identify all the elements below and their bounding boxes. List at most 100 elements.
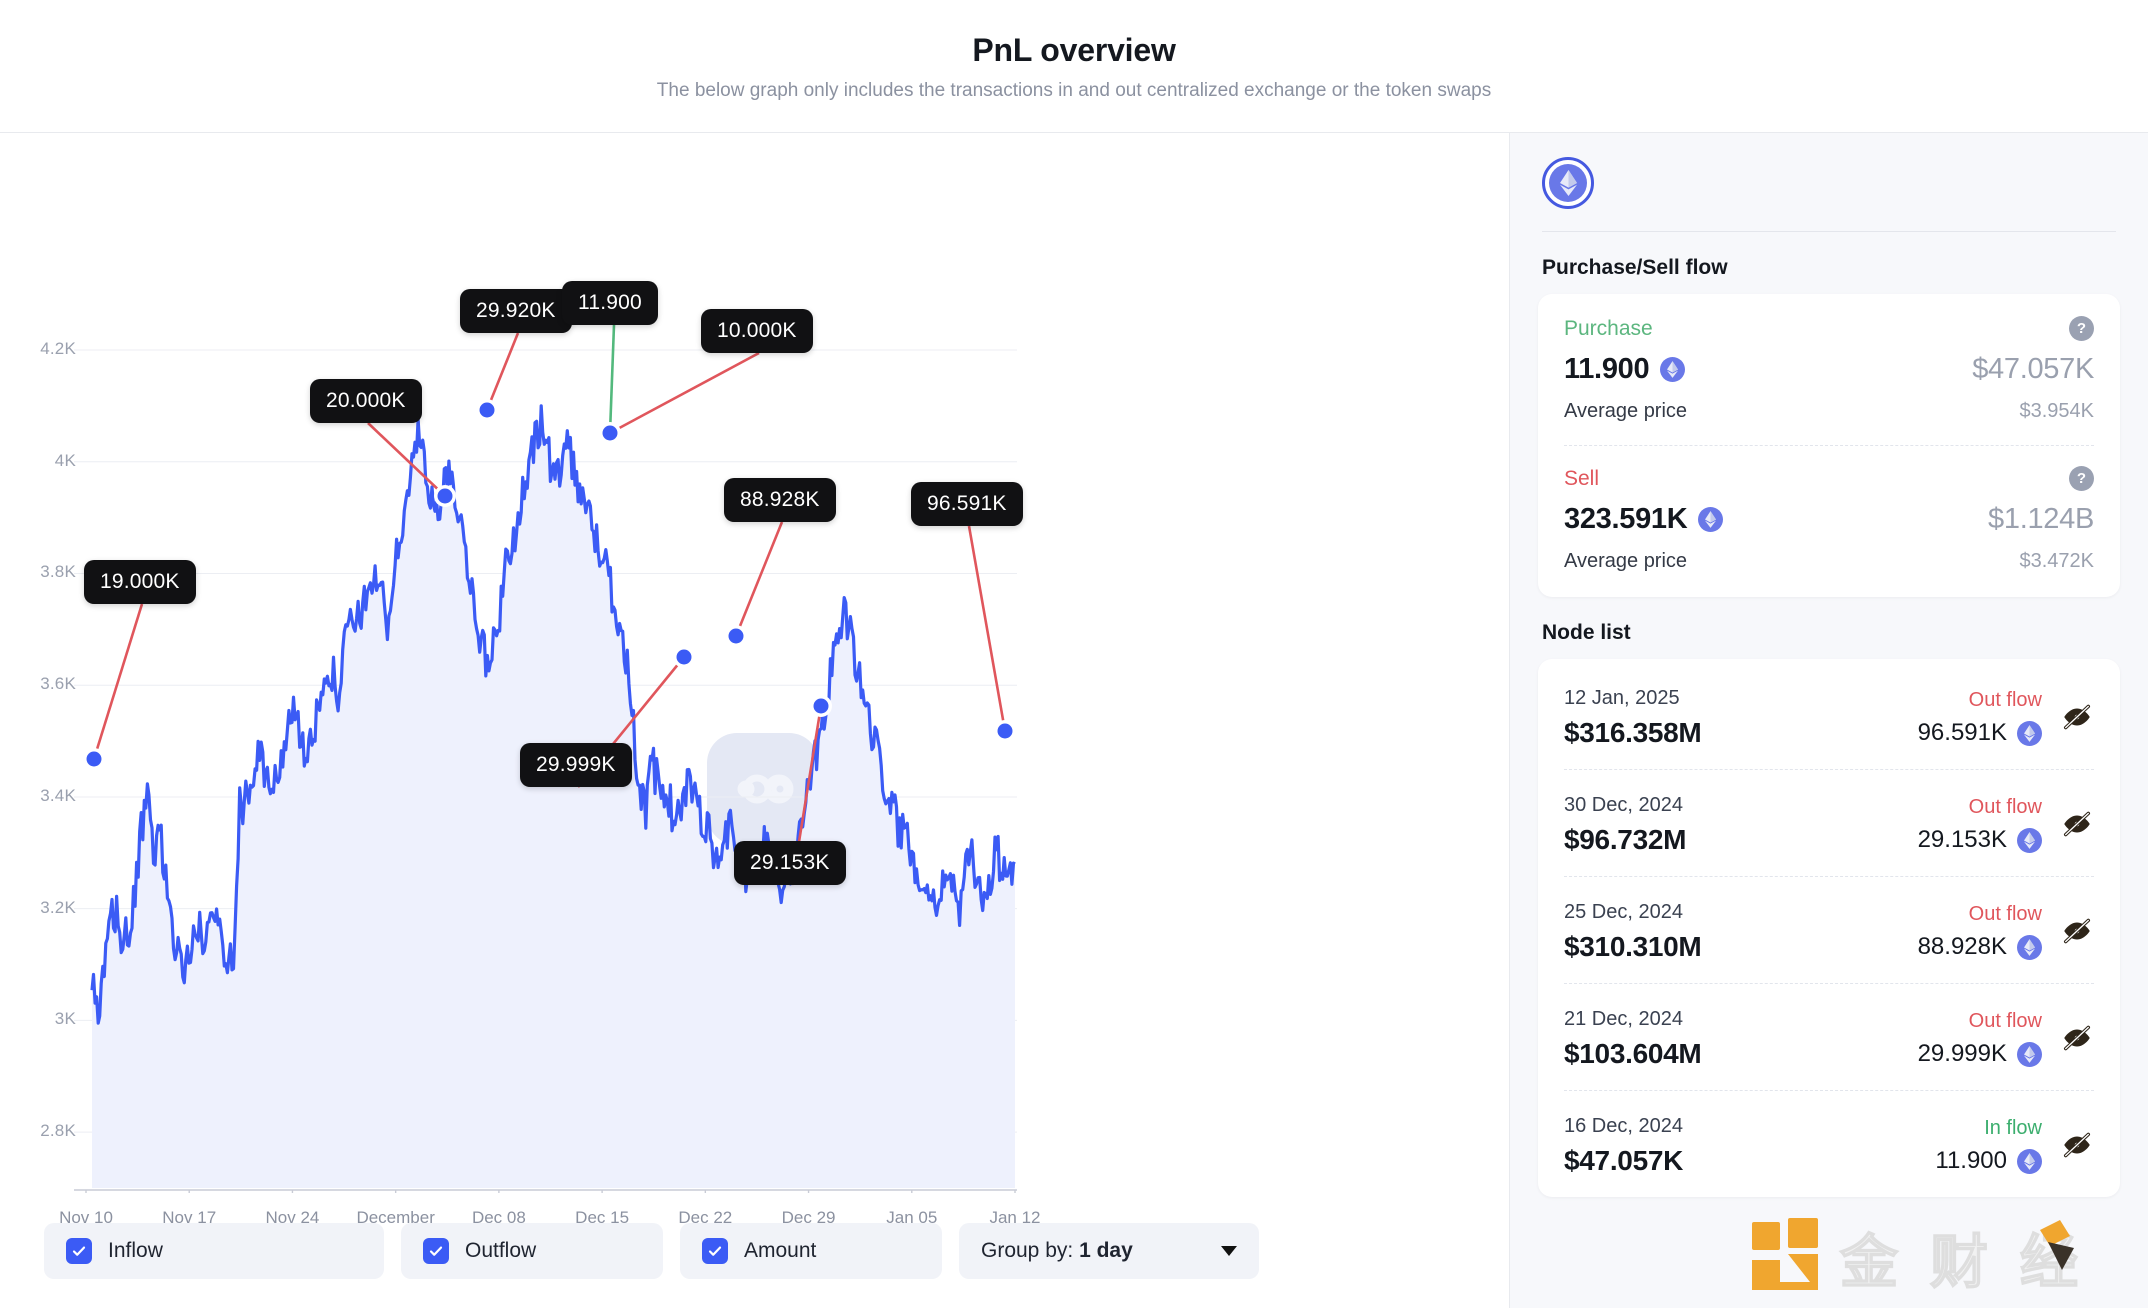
label-outflow: Outflow [465,1238,537,1262]
sell-header: Sell ? [1564,466,2094,491]
node-row-left: 25 Dec, 2024 $310.310M [1564,899,1918,963]
node-list-row[interactable]: 25 Dec, 2024 $310.310M Out flow 88.928K [1564,876,2094,983]
ethereum-icon-small [2017,720,2042,746]
sidebar: Purchase/Sell flow Purchase ? 11.900 $47… [1510,133,2148,1308]
eye-off-icon[interactable] [2060,700,2094,734]
sell-help-icon[interactable]: ? [2069,466,2094,491]
node-list-row[interactable]: 12 Jan, 2025 $316.358M Out flow 96.591K [1564,663,2094,769]
chart-annotation-outflow[interactable]: 19.000K [84,560,196,604]
ethereum-icon-small [1660,357,1686,382]
sell-main: 323.591K $1.124B [1564,503,2094,536]
eye-off-icon[interactable] [2060,1021,2094,1055]
node-usd-value: $310.310M [1564,931,1702,962]
node-flow-type: In flow [1984,1117,2042,1139]
node-row-left: 12 Jan, 2025 $316.358M [1564,685,1918,749]
purchase-help-icon[interactable]: ? [2069,316,2094,341]
purchase-sell-card: Purchase ? 11.900 $47.057K Average price… [1538,294,2120,597]
node-amount-group: 96.591K [1918,719,2042,747]
node-flow-type: Out flow [1968,796,2042,818]
node-list-row[interactable]: 16 Dec, 2024 $47.057K In flow 11.900 [1564,1090,2094,1197]
node-list-title: Node list [1542,621,1631,644]
node-row-left: 21 Dec, 2024 $103.604M [1564,1006,1918,1070]
purchase-average: Average price $3.954K [1564,400,2094,423]
node-usd-value: $316.358M [1564,717,1702,748]
toggle-outflow[interactable]: Outflow [401,1222,663,1279]
chart-annotation-outflow[interactable]: 29.153K [734,841,846,885]
node-amount-group: 29.153K [1918,826,2042,854]
purchase-usd: $47.057K [1972,353,2094,385]
group-by-dropdown[interactable]: Group by: 1 day [959,1222,1259,1279]
node-date: 12 Jan, 2025 [1564,687,1680,709]
toggle-inflow[interactable]: Inflow [44,1222,384,1279]
annotation-connectors [83,324,1016,886]
toggle-amount[interactable]: Amount [680,1222,942,1279]
source-brand-watermark: 金 财 经 [1752,1218,2079,1296]
node-amount-group: 88.928K [1918,933,2042,961]
node-usd-value: $47.057K [1564,1145,1684,1176]
node-row-left: 30 Dec, 2024 $96.732M [1564,792,1918,856]
node-usd-value: $103.604M [1564,1038,1702,1069]
chart-annotation-outflow[interactable]: 88.928K [724,478,836,522]
eye-off-icon[interactable] [2060,1128,2094,1162]
sell-usd: $1.124B [1988,503,2094,535]
purchase-amount: 11.900 [1564,353,1650,385]
chart-controls: Inflow Outflow Amount Group by: 1 day [0,1193,1510,1308]
node-amount: 96.591K [1917,719,2007,746]
svg-text:金: 金 [1840,1230,1899,1295]
node-amount: 88.928K [1917,933,2007,960]
eye-off-icon[interactable] [2060,807,2094,841]
ethereum-icon-small [2017,934,2042,960]
node-list-row[interactable]: 21 Dec, 2024 $103.604M Out flow 29.999K [1564,983,2094,1090]
page-header: PnL overview The below graph only includ… [0,0,2148,133]
chart-annotation-outflow[interactable]: 29.999K [520,743,632,787]
checkbox-inflow[interactable] [66,1237,92,1264]
chart-annotation-outflow[interactable]: 29.920K [460,289,572,333]
node-flow-type: Out flow [1968,689,2042,711]
content-area: SPOTONCHAIN 2.8K3K3.2K3.4K3.6K3.8K4K4.2K… [0,133,2148,1308]
chart-annotation-outflow[interactable]: 10.000K [701,309,813,353]
purchase-average-label: Average price [1564,400,1688,422]
chart-annotation-outflow[interactable]: 96.591K [911,482,1023,526]
node-flow-type: Out flow [1968,1010,2042,1032]
sell-label: Sell [1564,466,1600,490]
chart-pane: SPOTONCHAIN 2.8K3K3.2K3.4K3.6K3.8K4K4.2K… [0,133,1510,1308]
sell-average-value: $3.472K [2019,550,2094,572]
node-date: 16 Dec, 2024 [1564,1115,1683,1137]
sell-amount-group: 323.591K [1564,503,1724,536]
node-amount-group: 11.900 [1935,1147,2042,1175]
node-usd-value: $96.732M [1564,824,1687,855]
svg-text:财: 财 [1930,1230,1988,1295]
label-inflow: Inflow [108,1238,163,1262]
node-row-right: Out flow 88.928K [1918,901,2042,961]
ethereum-icon-small [2017,1148,2042,1174]
node-list-row[interactable]: 30 Dec, 2024 $96.732M Out flow 29.153K [1564,769,2094,876]
node-amount: 29.153K [1917,826,2007,853]
eye-off-icon[interactable] [2060,914,2094,948]
page-subtitle: The below graph only includes the transa… [656,79,1492,101]
checkbox-outflow[interactable] [423,1237,449,1264]
ethereum-icon-small [2017,827,2042,853]
node-row-right: Out flow 29.999K [1918,1008,2042,1068]
sell-amount: 323.591K [1564,503,1688,535]
checkbox-amount[interactable] [702,1237,728,1264]
page-title: PnL overview [972,31,1176,68]
chart-annotation-inflow[interactable]: 11.900 [562,281,658,325]
pnl-overview-page: PnL overview The below graph only includ… [0,0,2148,1308]
sell-average-label: Average price [1564,550,1688,572]
purchase-label: Purchase [1564,316,1653,340]
purchase-main: 11.900 $47.057K [1564,353,2094,386]
node-row-right: Out flow 96.591K [1918,687,2042,747]
node-amount: 29.999K [1917,1040,2007,1067]
group-by-label: Group by: 1 day [981,1238,1133,1262]
purchase-sell-title: Purchase/Sell flow [1542,256,1728,279]
chart-area[interactable]: SPOTONCHAIN 2.8K3K3.2K3.4K3.6K3.8K4K4.2K… [0,133,1510,1227]
ethereum-icon-small [1698,507,1724,532]
chart-annotation-outflow[interactable]: 20.000K [310,379,422,423]
node-amount-group: 29.999K [1918,1040,2042,1068]
ethereum-icon [1542,157,1594,209]
node-row-right: In flow 11.900 [1935,1115,2042,1175]
token-header [1510,133,2148,209]
chevron-down-icon[interactable] [1221,1245,1237,1256]
sell-average: Average price $3.472K [1564,550,2094,573]
node-flow-type: Out flow [1968,903,2042,925]
